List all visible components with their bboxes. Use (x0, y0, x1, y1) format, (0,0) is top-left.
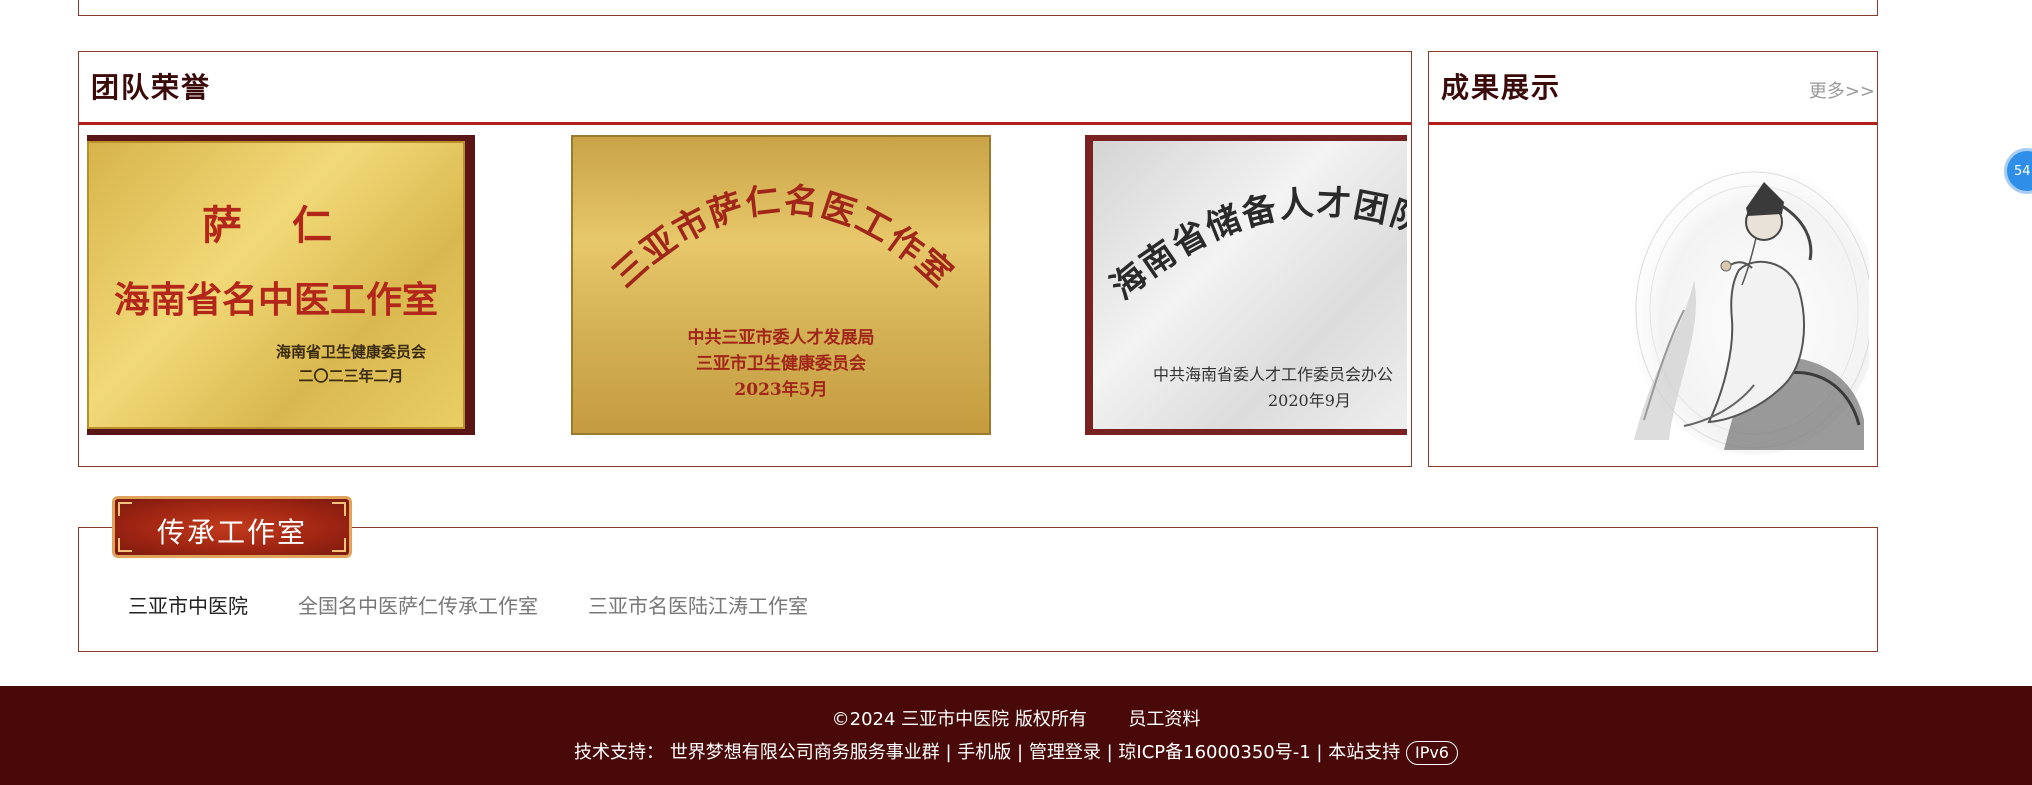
results-header: 成果展示 更多>> (1429, 52, 1877, 125)
plaque-3-arc-text: 海南省储备人才团队 (1103, 183, 1407, 308)
ipv6-badge: IPv6 (1405, 741, 1458, 765)
team-honors-header: 团队荣誉 (79, 52, 1411, 125)
svg-text:海南省储备人才团队: 海南省储备人才团队 (1103, 183, 1407, 308)
results-title: 成果展示 (1441, 71, 1562, 104)
plaque-2-arc-title: 三亚市萨仁名医工作室 (605, 180, 962, 295)
scholar-portrait-image[interactable] (1614, 160, 1869, 455)
svg-text:三亚市萨仁名医工作室: 三亚市萨仁名医工作室 (605, 180, 962, 295)
footer-line-1: ©2024 三亚市中医院 版权所有 员工资料 (0, 705, 2032, 731)
admin-login-link[interactable]: 管理登录 (1029, 742, 1101, 763)
footer-separator: | (1106, 742, 1113, 763)
plaque-3-arc-title: 海南省储备人才团队 (1103, 183, 1407, 308)
more-link[interactable]: 更多>> (1809, 77, 1875, 103)
footer-separator: | (1316, 742, 1323, 763)
honor-plaque-3[interactable]: 海南省储备人才团队 中共海南省委人才工作委员会办公 2020年9月 (1085, 135, 1407, 435)
tab-sanya-tcm-hospital[interactable]: 三亚市中医院 (128, 590, 248, 619)
top-section-border (78, 0, 1878, 16)
results-panel: 成果展示 更多>> (1428, 51, 1878, 467)
heritage-badge: 传承工作室 (112, 496, 352, 558)
tab-lujiangtao-studio[interactable]: 三亚市名医陆江涛工作室 (588, 590, 808, 619)
icp-link[interactable]: 琼ICP备16000350号-1 (1118, 742, 1310, 763)
team-honors-panel: 团队荣誉 萨 仁 海南省名中医工作室 海南省卫生健康委员会 二〇二三年二月 三亚… (78, 51, 1412, 467)
footer-separator: | (1017, 742, 1024, 763)
honor-plaque-1[interactable]: 萨 仁 海南省名中医工作室 海南省卫生健康委员会 二〇二三年二月 (87, 135, 475, 435)
staff-link[interactable]: 员工资料 (1128, 709, 1200, 730)
plaque-2-issuer-2: 三亚市卫生健康委员会 (696, 354, 866, 374)
heritage-tabs: 三亚市中医院 全国名中医萨仁传承工作室 三亚市名医陆江涛工作室 (128, 590, 808, 619)
support-company-link[interactable]: 世界梦想有限公司商务服务事业群 (670, 742, 940, 763)
plaque-1-date: 二〇二三年二月 (298, 367, 404, 385)
footer-separator: | (945, 742, 952, 763)
plaque-2-arc-text: 三亚市萨仁名医工作室 (605, 180, 960, 295)
footer-line-2: 技术支持： 世界梦想有限公司商务服务事业群 | 手机版 | 管理登录 | 琼IC… (0, 738, 2032, 765)
copyright-text: ©2024 三亚市中医院 版权所有 (831, 709, 1087, 730)
site-support-text: 本站支持 (1328, 742, 1401, 763)
tab-saren-studio[interactable]: 全国名中医萨仁传承工作室 (298, 590, 538, 619)
plaque-1-name: 萨 仁 (202, 202, 350, 249)
plaque-1-issuer: 海南省卫生健康委员会 (275, 343, 426, 361)
floating-timer-button[interactable]: 54:3 (2004, 148, 2032, 194)
support-prefix: 技术支持： (574, 742, 665, 763)
honor-plaque-2[interactable]: 三亚市萨仁名医工作室 中共三亚市委人才发展局 三亚市卫生健康委员会 2023年5… (571, 135, 991, 435)
heritage-badge-label: 传承工作室 (156, 516, 307, 549)
floating-timer-label: 54:3 (2014, 164, 2032, 179)
mobile-link[interactable]: 手机版 (957, 742, 1011, 763)
plaque-3-issuer: 中共海南省委人才工作委员会办公 (1153, 365, 1394, 384)
plaque-3-date: 2020年9月 (1268, 391, 1351, 410)
plaque-1-title: 海南省名中医工作室 (113, 279, 438, 321)
plaque-2-date: 2023年5月 (734, 380, 828, 400)
footer: ©2024 三亚市中医院 版权所有 员工资料 技术支持： 世界梦想有限公司商务服… (0, 686, 2032, 785)
plaque-2-issuer-1: 中共三亚市委人才发展局 (687, 328, 875, 348)
team-honors-title: 团队荣誉 (91, 71, 212, 104)
